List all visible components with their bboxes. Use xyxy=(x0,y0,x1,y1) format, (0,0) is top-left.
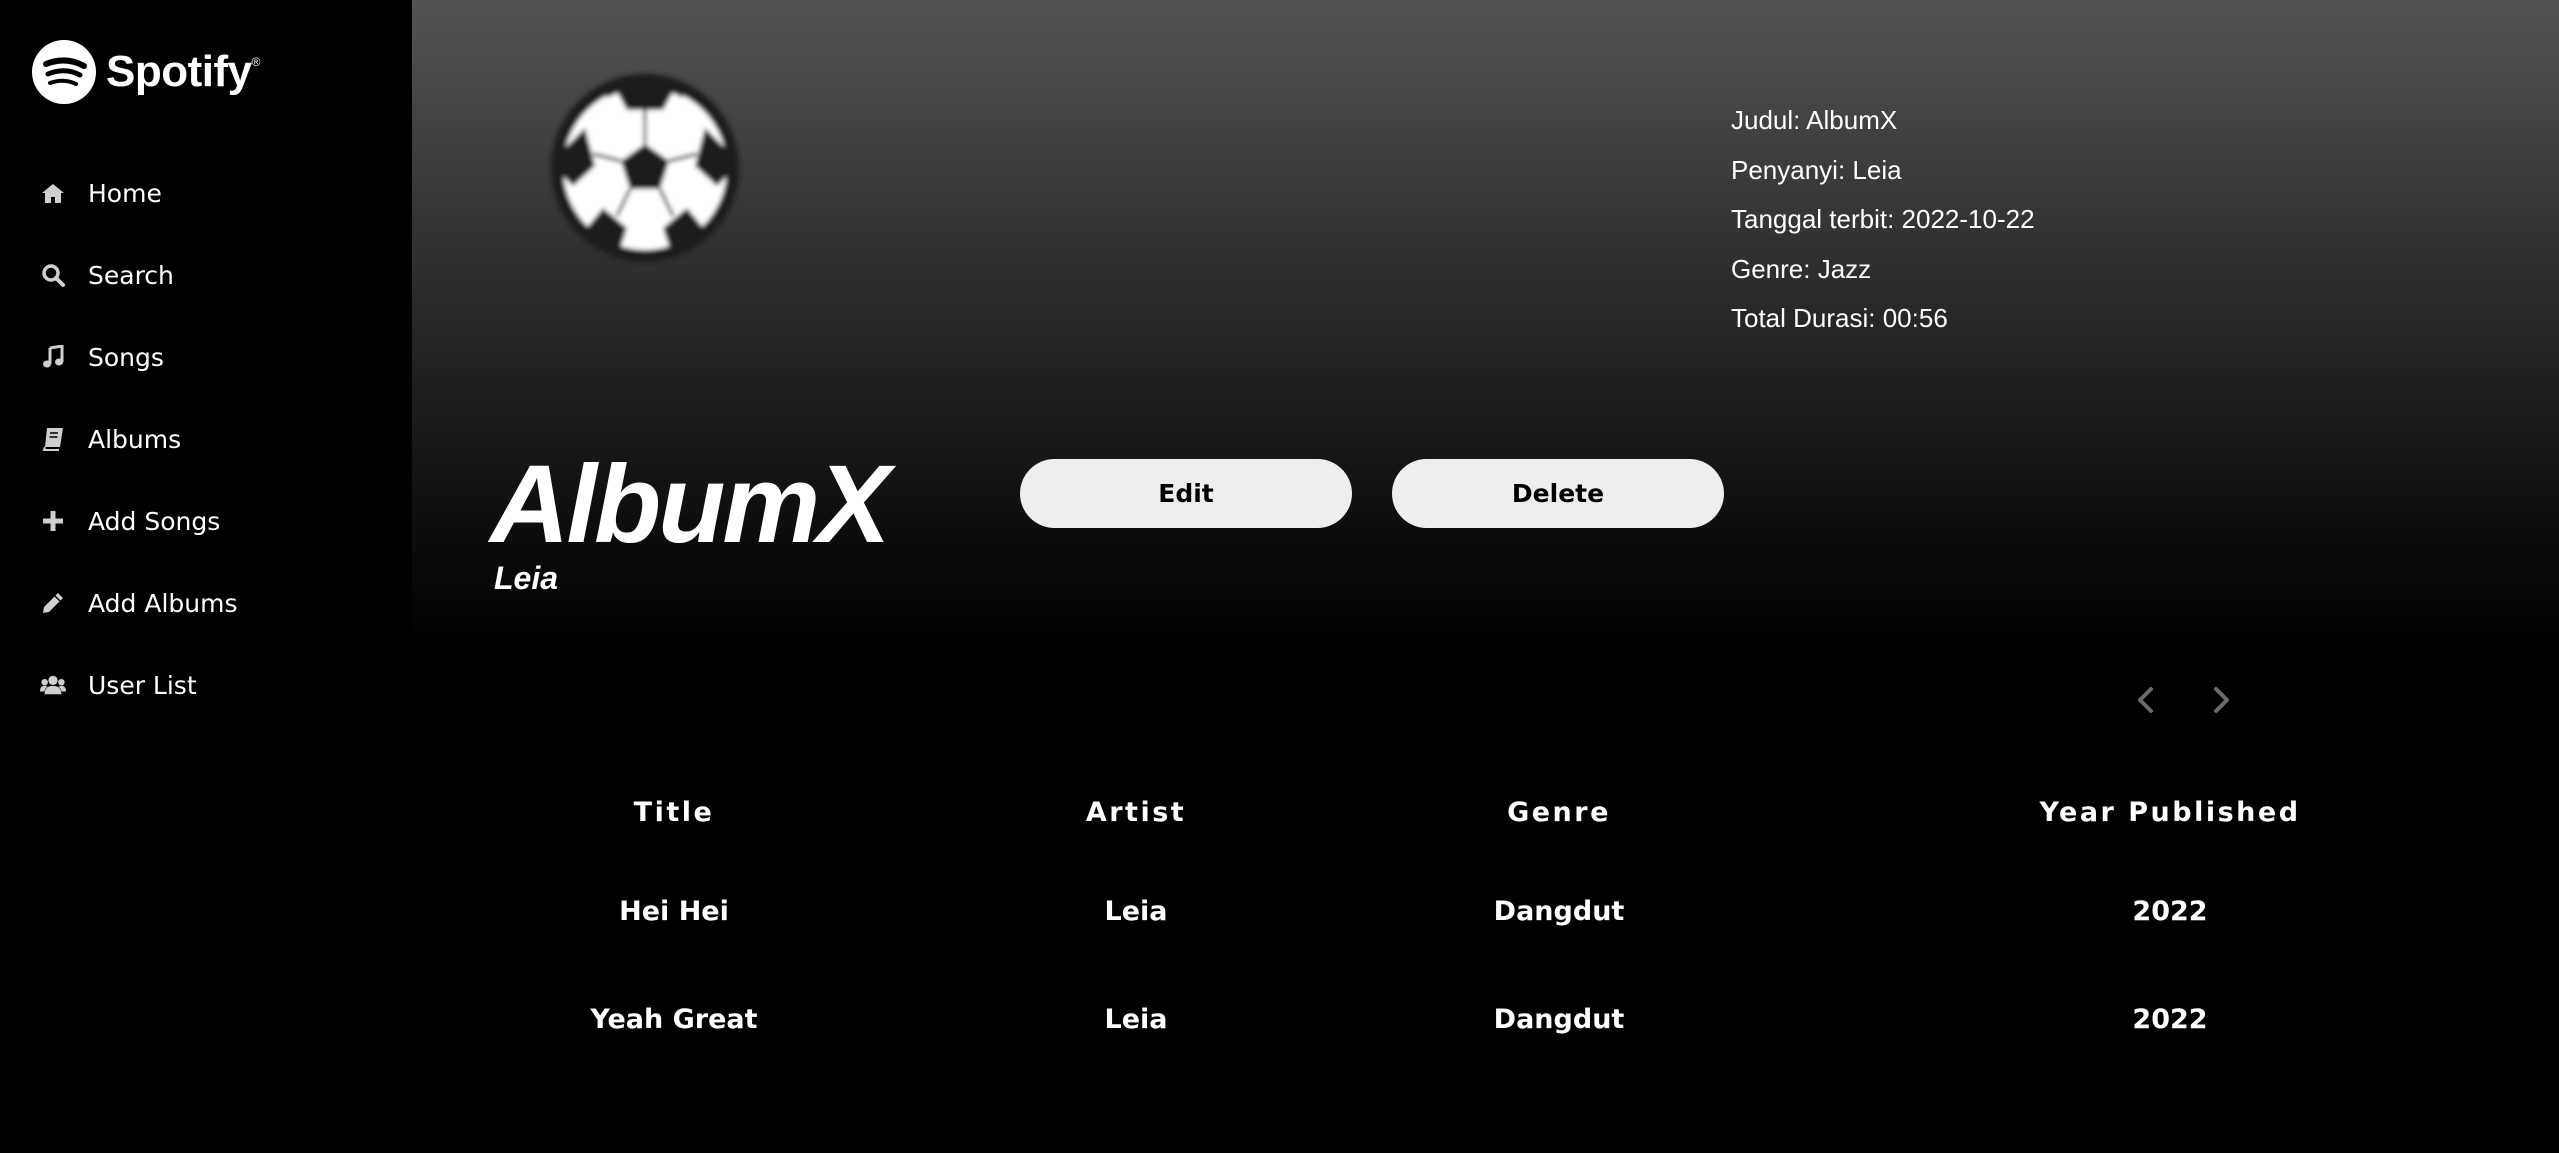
edit-button[interactable]: Edit xyxy=(1020,459,1352,528)
album-artist: Leia xyxy=(494,560,559,596)
music-note-icon xyxy=(40,344,66,370)
pencil-icon xyxy=(40,590,66,616)
sidebar-item-home[interactable]: Home xyxy=(0,152,412,234)
cell-year: 2022 xyxy=(2132,1004,2208,1035)
cell-genre: Dangdut xyxy=(1493,1004,1625,1035)
sidebar-item-label: Albums xyxy=(88,424,182,454)
chevron-left-icon xyxy=(2138,687,2153,713)
soccer-ball-icon xyxy=(551,74,739,262)
sidebar-item-label: Songs xyxy=(88,342,164,372)
table-row[interactable]: Hei Hei Leia Dangdut 2022 xyxy=(412,858,2559,966)
info-genre: Genre: Jazz xyxy=(1731,253,1872,284)
sidebar-item-albums[interactable]: Albums xyxy=(0,398,412,480)
sidebar-item-label: User List xyxy=(88,670,197,700)
sidebar-item-label: Home xyxy=(88,178,162,208)
info-release-date: Tanggal terbit: 2022-10-22 xyxy=(1731,204,2035,234)
column-header-title[interactable]: Title xyxy=(634,768,715,858)
next-page-button[interactable] xyxy=(2202,680,2242,720)
album-info: Judul: AlbumX Penyanyi: Leia Tanggal ter… xyxy=(1731,96,2035,344)
column-header-genre[interactable]: Genre xyxy=(1507,768,1611,858)
cell-genre: Dangdut xyxy=(1493,896,1625,927)
home-icon xyxy=(40,180,66,206)
column-header-year[interactable]: Year Published xyxy=(2039,768,2300,858)
table-row[interactable]: Yeah Great Leia Dangdut 2022 xyxy=(412,966,2559,1074)
sidebar-item-add-songs[interactable]: Add Songs xyxy=(0,480,412,562)
cell-title: Hei Hei xyxy=(619,896,729,927)
sidebar-nav: Home Search Songs Albums Add Songs Add A… xyxy=(0,152,412,726)
book-icon xyxy=(40,426,66,452)
spotify-logo-icon xyxy=(32,40,96,104)
cell-artist: Leia xyxy=(1104,896,1168,927)
sidebar-item-songs[interactable]: Songs xyxy=(0,316,412,398)
cell-artist: Leia xyxy=(1104,1004,1168,1035)
sidebar: Spotify® Home Search Songs Albums Add So… xyxy=(0,0,412,1153)
delete-button[interactable]: Delete xyxy=(1392,459,1724,528)
songs-table: Title Artist Genre Year Published Hei He… xyxy=(412,768,2559,1074)
sidebar-item-label: Add Albums xyxy=(88,588,238,618)
users-icon xyxy=(40,672,66,698)
cell-year: 2022 xyxy=(2132,896,2208,927)
sidebar-item-add-albums[interactable]: Add Albums xyxy=(0,562,412,644)
column-header-artist[interactable]: Artist xyxy=(1086,768,1186,858)
main-content: Judul: AlbumX Penyanyi: Leia Tanggal ter… xyxy=(412,0,2559,1153)
plus-icon xyxy=(40,508,66,534)
sidebar-item-label: Search xyxy=(88,260,174,290)
info-singer: Penyanyi: Leia xyxy=(1731,154,1902,185)
spotify-logo[interactable]: Spotify® xyxy=(32,40,260,104)
chevron-right-icon xyxy=(2214,687,2229,713)
cell-title: Yeah Great xyxy=(590,1004,758,1035)
album-title: AlbumX xyxy=(490,443,891,566)
table-header: Title Artist Genre Year Published xyxy=(412,768,2559,858)
sidebar-item-search[interactable]: Search xyxy=(0,234,412,316)
album-cover xyxy=(545,68,745,268)
sidebar-item-user-list[interactable]: User List xyxy=(0,644,412,726)
brand-name: Spotify® xyxy=(106,47,260,96)
sidebar-item-label: Add Songs xyxy=(88,506,221,536)
prev-page-button[interactable] xyxy=(2125,680,2165,720)
info-total-duration: Total Durasi: 00:56 xyxy=(1731,303,1948,333)
info-title: Judul: AlbumX xyxy=(1731,105,1898,135)
search-icon xyxy=(40,262,66,288)
